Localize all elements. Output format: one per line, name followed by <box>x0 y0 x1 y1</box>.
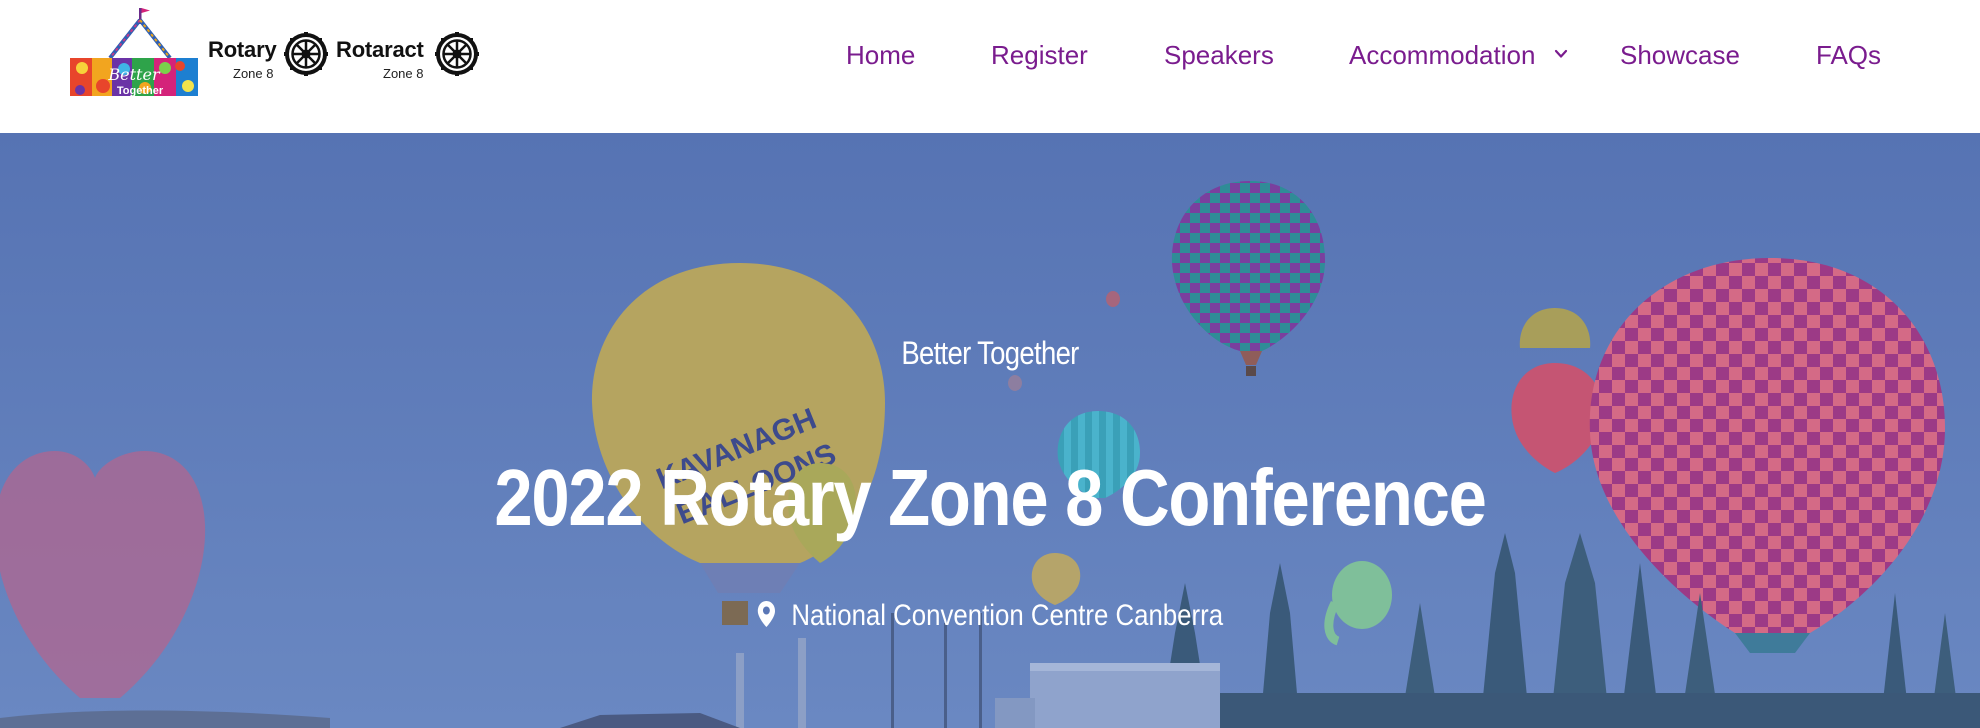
hero-banner: KAVANAGH BALLOONS Better Together 2022 R… <box>0 133 1980 728</box>
page-title: 2022 Rotary Zone 8 Conference <box>494 453 1486 542</box>
hero-tagline: Better Together <box>901 335 1079 371</box>
main-nav: Home Register Speakers Accommodation Sho… <box>0 0 1980 110</box>
nav-item-register[interactable]: Register <box>991 40 1088 70</box>
nav-item-faqs[interactable]: FAQs <box>1816 40 1881 70</box>
nav-item-accommodation[interactable]: Accommodation <box>1349 40 1535 70</box>
venue-name: National Convention Centre Canberra <box>791 599 1224 632</box>
hero-venue: National Convention Centre Canberra <box>139 599 1842 633</box>
chevron-down-icon[interactable] <box>1553 47 1569 61</box>
nav-item-home[interactable]: Home <box>846 40 915 70</box>
nav-item-showcase[interactable]: Showcase <box>1620 40 1740 70</box>
hero-content: Better Together 2022 Rotary Zone 8 Confe… <box>0 133 1980 728</box>
site-header: Better Together Rotary Zone 8 Rotaract Z… <box>0 0 1980 133</box>
nav-item-speakers[interactable]: Speakers <box>1164 40 1274 70</box>
location-pin-icon <box>757 601 776 627</box>
